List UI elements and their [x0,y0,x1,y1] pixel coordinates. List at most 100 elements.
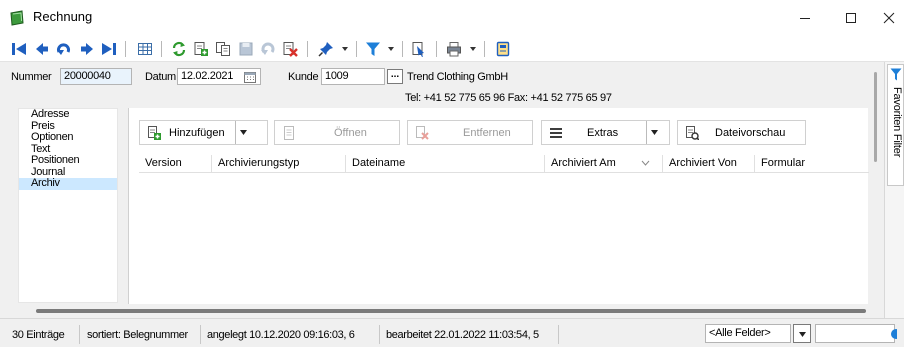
toolbar-separator [402,41,403,57]
pin-dropdown-button[interactable] [340,40,350,58]
kunde-contact: Tel: +41 52 775 65 96 Fax: +41 52 775 65… [405,92,612,104]
section-nav: Adresse Preis Optionen Text Positionen J… [18,108,118,303]
status-edited: bearbeitet 22.01.2022 11:03:54, 5 [386,329,539,341]
extras-button[interactable]: Extras [541,120,670,145]
copy-record-icon [216,42,230,56]
column-header-formular[interactable]: Formular [755,155,869,173]
nav-item-archiv[interactable]: Archiv [19,177,117,190]
filter-button[interactable] [364,40,382,58]
nav-item-optionen[interactable]: Optionen [19,131,117,144]
document-icon [284,125,294,140]
table-view-icon [138,43,152,55]
archive-icon [496,41,510,57]
column-header-dateiname[interactable]: Dateiname [346,155,545,173]
file-preview-button[interactable]: Dateivorschau [677,120,806,145]
add-button-label: Hinzufügen [169,126,225,139]
status-sort: sortiert: Belegnummer [87,329,188,341]
refresh-button[interactable] [170,40,188,58]
next-record-icon [81,43,93,55]
chevron-down-icon[interactable] [239,128,248,137]
field-select[interactable]: <Alle Felder> [705,324,791,343]
jump-button[interactable] [55,40,73,58]
new-record-icon [194,42,208,56]
filter-dropdown-button[interactable] [386,40,396,58]
app-icon [10,10,24,26]
print-dropdown-button[interactable] [468,40,478,58]
pin-icon [318,42,333,57]
archive-button[interactable] [494,40,512,58]
remove-button[interactable]: Entfernen [407,120,533,145]
chevron-down-icon [799,332,806,337]
kunde-lookup-button[interactable]: ... [387,69,403,84]
last-record-button[interactable] [100,40,118,58]
nav-item-positionen[interactable]: Positionen [19,154,117,167]
toolbar-separator [307,41,308,57]
export-button[interactable] [410,40,428,58]
undo-button[interactable] [259,40,277,58]
status-record-count: 30 Einträge [12,329,65,341]
open-button[interactable]: Öffnen [274,120,400,145]
quick-search-input[interactable] [815,324,897,343]
column-header-archivierungstyp[interactable]: Archivierungstyp [212,155,346,173]
sort-descending-icon [641,160,650,166]
chevron-down-icon [342,47,348,51]
filter-icon [366,42,380,56]
copy-record-button[interactable] [214,40,232,58]
add-file-icon [148,125,161,140]
calendar-icon[interactable] [244,71,256,83]
nav-item-adresse[interactable]: Adresse [19,108,117,121]
search-icon[interactable] [887,327,897,341]
chevron-down-icon[interactable] [650,128,659,137]
nummer-field[interactable]: 20000040 [60,68,132,85]
toolbar-separator [484,41,485,57]
horizontal-scrollbar[interactable] [36,309,866,313]
close-button[interactable] [866,0,904,36]
pin-button[interactable] [317,40,335,58]
nummer-label: Nummer [11,71,52,83]
new-record-button[interactable] [192,40,210,58]
column-header-version[interactable]: Version [139,155,212,173]
previous-record-button[interactable] [33,40,51,58]
print-button[interactable] [445,40,463,58]
save-icon [239,42,253,56]
minimize-icon [800,18,810,19]
previous-record-icon [36,43,48,55]
column-header-archiviert-am[interactable]: Archiviert Am [545,155,663,173]
kunde-field[interactable]: 1009 [321,68,385,85]
table-view-button[interactable] [136,40,154,58]
open-button-label: Öffnen [334,126,367,139]
window-title: Rechnung [33,9,93,24]
toolbar-separator [436,41,437,57]
remove-file-icon [416,125,429,140]
delete-button[interactable] [281,40,299,58]
archive-panel: Hinzufügen Öffnen Entfernen Extras Datei… [128,108,869,304]
chevron-down-icon [470,47,476,51]
maximize-icon [846,13,856,23]
vertical-scrollbar[interactable] [874,72,877,162]
kunde-name: Trend Clothing GmbH [407,71,508,83]
filter-icon [890,68,902,81]
toolbar-separator [356,41,357,57]
datum-label: Datum [145,71,176,83]
delete-icon [283,42,298,57]
first-record-button[interactable] [10,40,28,58]
jump-icon [57,43,70,55]
preview-icon [686,125,699,140]
export-icon [412,42,424,57]
title-bar: Rechnung [0,0,904,36]
field-select-dropdown[interactable] [793,324,811,343]
chevron-down-icon [388,47,394,51]
column-header-archiviert-von[interactable]: Archiviert Von [663,155,755,173]
file-preview-button-label: Dateivorschau [715,126,786,139]
last-record-icon [102,43,116,55]
toolbar-separator [161,41,162,57]
add-button[interactable]: Hinzufügen [139,120,268,145]
kunde-label: Kunde [288,71,319,83]
minimize-button[interactable] [782,0,828,36]
next-record-button[interactable] [78,40,96,58]
toolbar [0,36,904,62]
side-panel: Favoriten Filter [884,62,904,318]
save-button[interactable] [237,40,255,58]
status-created: angelegt 10.12.2020 09:16:03, 6 [207,329,355,341]
favorites-filter-tab[interactable]: Favoriten Filter [887,64,904,186]
